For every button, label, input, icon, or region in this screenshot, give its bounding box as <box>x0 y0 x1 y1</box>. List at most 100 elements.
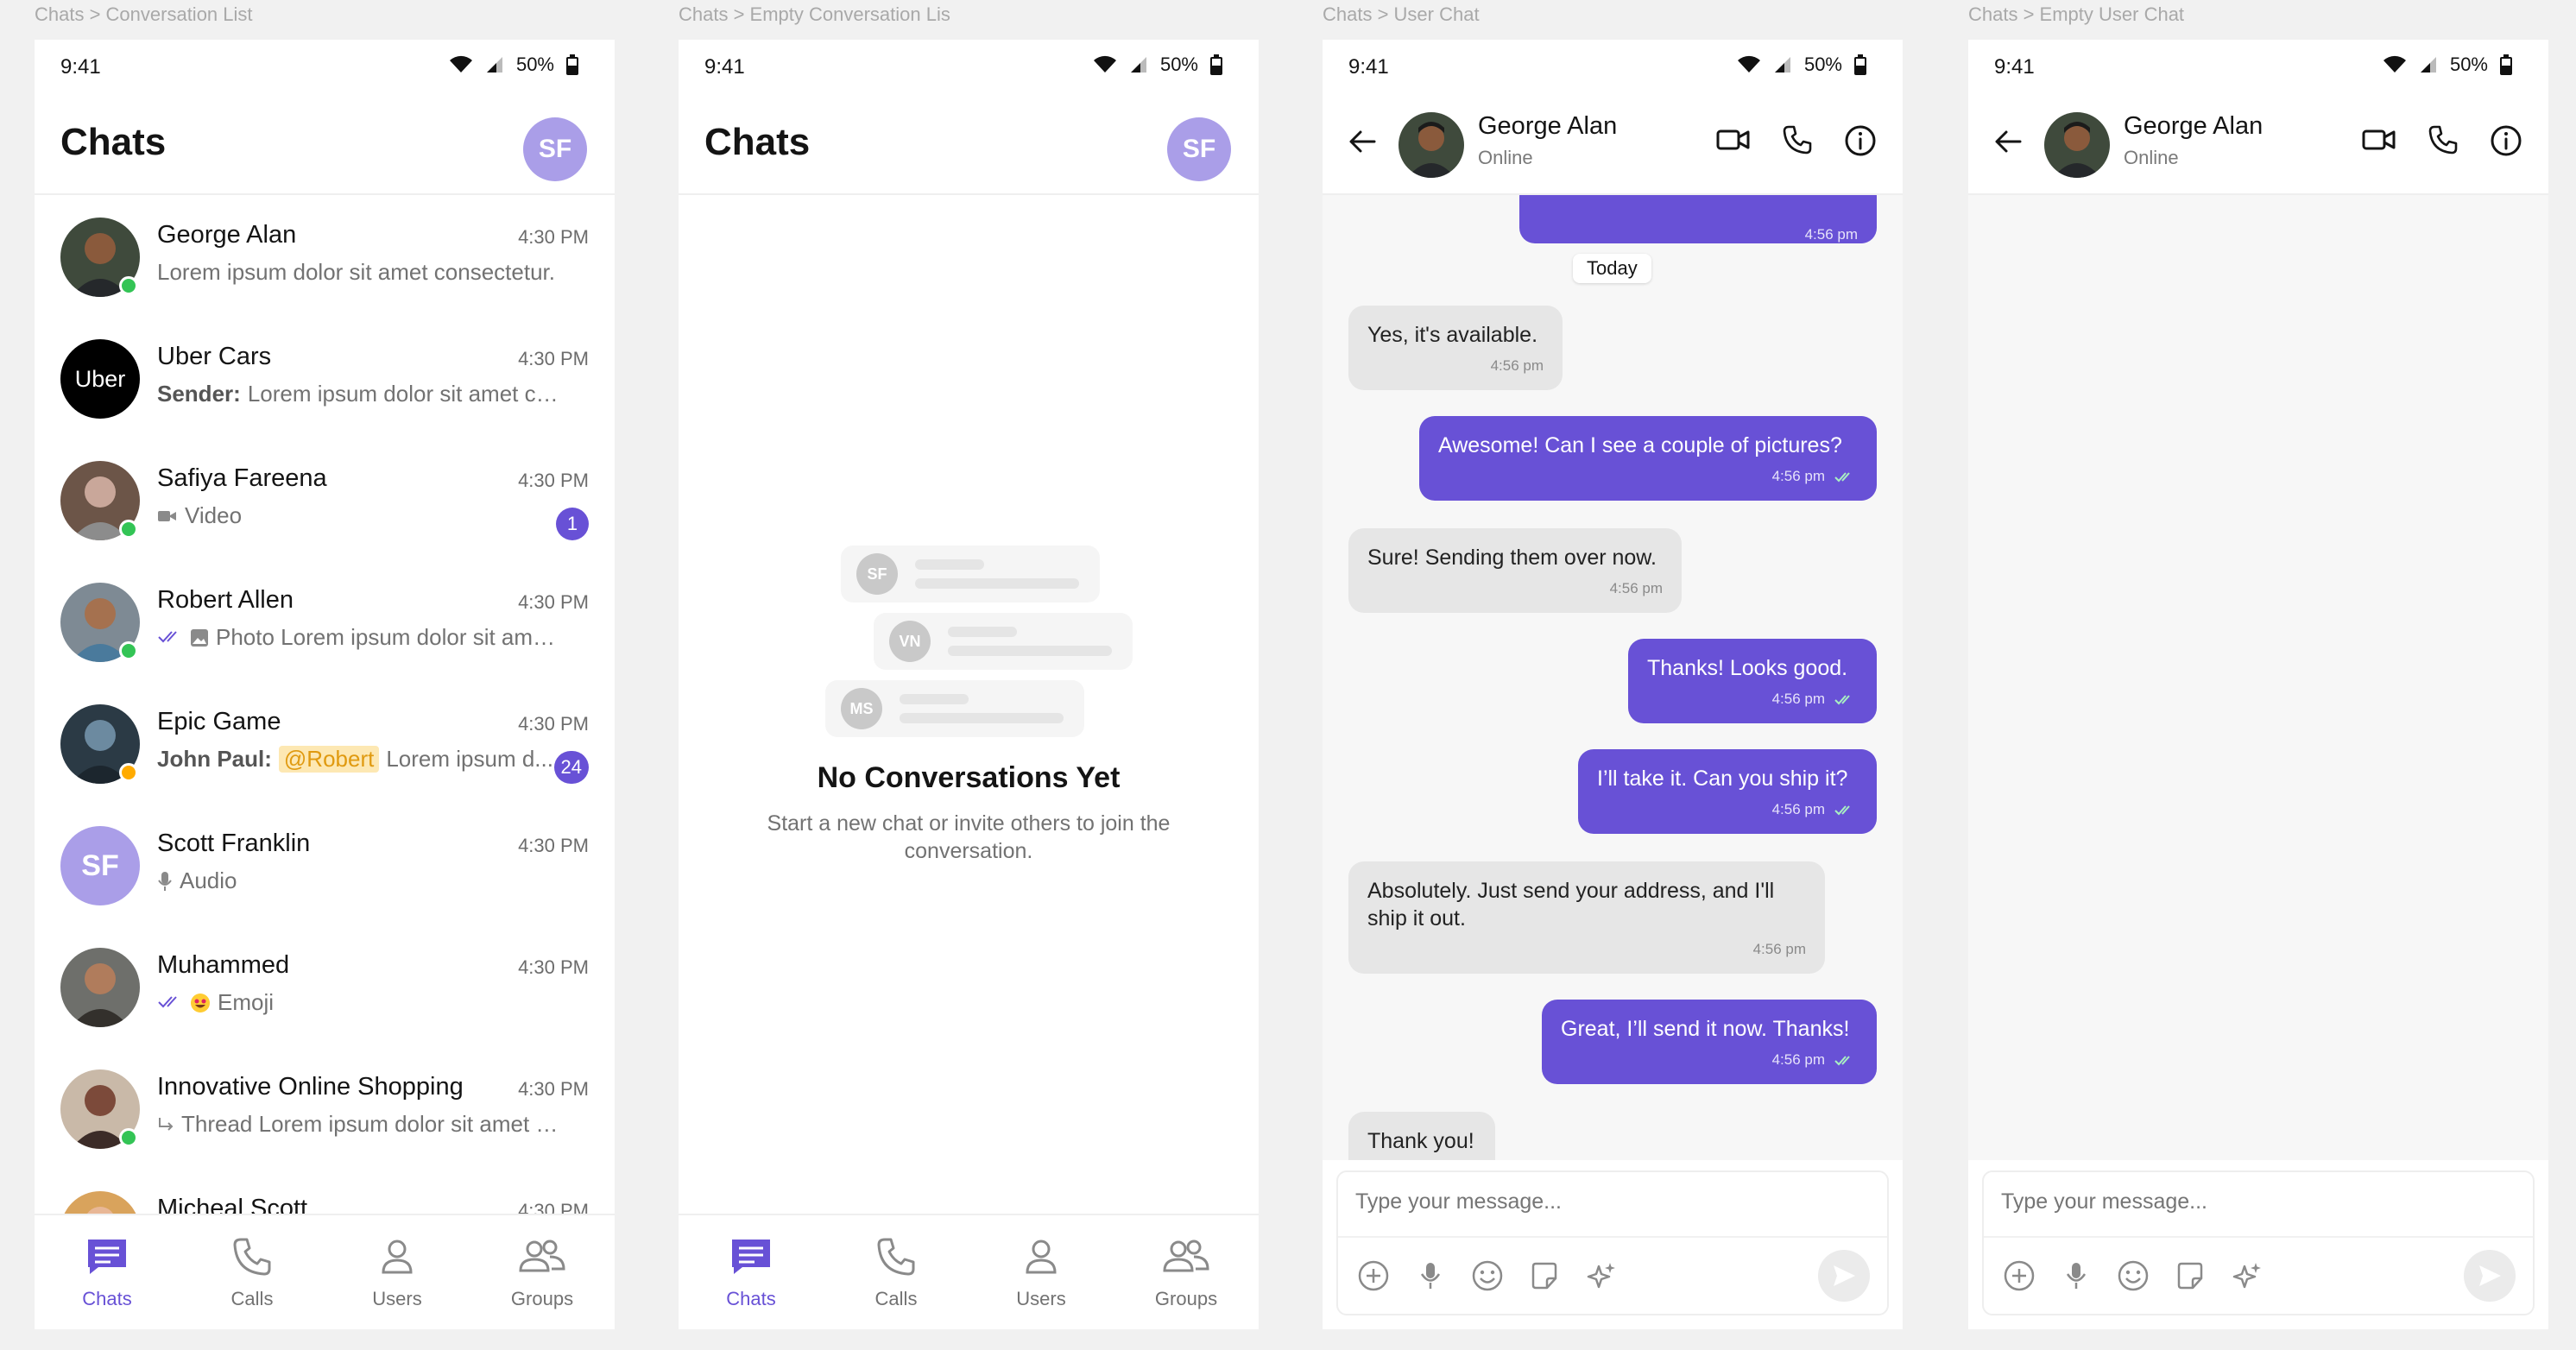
message-time: 4:56 pm <box>1490 357 1544 374</box>
chat-icon <box>85 1236 129 1283</box>
sender-name: Sender: <box>157 381 241 407</box>
conversation-item[interactable]: Muhammed 4:30 PM Emoji <box>35 930 615 1046</box>
message-time: 4:56 pm <box>1367 1158 1476 1160</box>
nav-item-chats[interactable]: Chats <box>679 1215 824 1329</box>
message-bubble-in[interactable]: Absolutely. Just send your address, and … <box>1348 861 1825 974</box>
video-call-icon[interactable] <box>1716 124 1751 161</box>
conversation-item[interactable]: Robert Allen 4:30 PM Photo Lorem ipsum dol… <box>35 565 615 681</box>
conversation-item[interactable]: Innovative Online Shopping 4:30 PM Thread … <box>35 1052 615 1168</box>
nav-item-users[interactable]: Users <box>325 1215 470 1329</box>
message-text: I’ll take it. Can you ship it? <box>1597 766 1848 791</box>
sticker-icon[interactable] <box>2174 1259 2207 1296</box>
message-bubble-out[interactable]: Great, I’ll send it now. Thanks! 4:56 pm <box>1542 1000 1877 1084</box>
back-arrow-icon[interactable] <box>1994 129 2022 158</box>
emoji-icon[interactable] <box>1471 1259 1504 1296</box>
chat-icon <box>729 1236 773 1283</box>
conversation-item[interactable]: Safiya Fareena 4:30 PM Video 1 <box>35 444 615 559</box>
nav-item-groups[interactable]: Groups <box>1114 1215 1259 1329</box>
divider <box>1984 1236 2533 1238</box>
nav-item-calls[interactable]: Calls <box>180 1215 325 1329</box>
conversation-preview: Video <box>157 502 563 529</box>
presence-indicator <box>119 763 138 782</box>
emoji-icon <box>190 993 211 1013</box>
profile-avatar[interactable]: SF <box>1167 117 1231 181</box>
uber-logo: Uber <box>60 339 140 419</box>
conversation-time: 4:30 PM <box>518 713 589 735</box>
message-time: 4:56 pm <box>1647 685 1858 713</box>
avatar <box>60 948 140 1027</box>
add-icon[interactable] <box>2003 1259 2036 1296</box>
back-arrow-icon[interactable] <box>1348 129 1376 158</box>
signal-icon <box>1773 55 1792 74</box>
status-time: 9:41 <box>1348 55 1389 79</box>
presence-indicator <box>119 641 138 660</box>
phone-icon[interactable] <box>2428 124 2459 161</box>
message-text: Yes, it's available. <box>1367 323 1538 347</box>
nav-item-chats[interactable]: Chats <box>35 1215 180 1329</box>
nav-label: Chats <box>726 1288 776 1309</box>
mic-icon[interactable] <box>1414 1259 1447 1296</box>
conversation-preview: John Paul: @Robert Lorem ipsum d... <box>157 746 563 773</box>
ai-sparkle-icon[interactable] <box>1585 1259 1618 1296</box>
message-bubble-out[interactable]: I’ll take it. Can you ship it? 4:56 pm <box>1578 749 1877 834</box>
skeleton-avatar: SF <box>856 553 898 595</box>
message-bubble-out[interactable]: Thanks! Looks good. 4:56 pm <box>1628 639 1877 723</box>
preview-text: Emoji <box>218 989 275 1015</box>
add-icon[interactable] <box>1357 1259 1390 1296</box>
message-bubble-out[interactable]: 4:56 pm <box>1519 195 1877 243</box>
info-icon[interactable] <box>1844 124 1877 161</box>
phone-icon[interactable] <box>1782 124 1813 161</box>
conversation-time: 4:30 PM <box>518 835 589 856</box>
nav-item-groups[interactable]: Groups <box>470 1215 615 1329</box>
message-list: 4:56 pm Today Yes, it's available. 4:56 p… <box>1323 195 1903 1160</box>
conversation-name: Safiya Fareena <box>157 464 327 492</box>
conversation-name: Uber Cars <box>157 343 272 370</box>
frame-label: Chats > User Chat <box>1323 3 1480 25</box>
avatar[interactable] <box>1398 112 1464 178</box>
conversation-item[interactable]: Epic Game 4:30 PM John Paul: @Robert Lorem i… <box>35 687 615 803</box>
status-bar: 9:41 50% <box>1968 40 2548 91</box>
avatar[interactable] <box>2044 112 2110 178</box>
contact-name: George Alan <box>2124 112 2263 140</box>
sticker-icon[interactable] <box>1528 1259 1561 1296</box>
video-call-icon[interactable] <box>2362 124 2396 161</box>
conversation-item[interactable]: SF Scott Franklin 4:30 PM Audio <box>35 809 615 924</box>
user-icon <box>376 1236 418 1283</box>
message-bubble-in[interactable]: Sure! Sending them over now. 4:56 pm <box>1348 528 1682 613</box>
message-input[interactable] <box>1355 1189 1870 1214</box>
send-icon <box>1834 1265 1855 1286</box>
message-text: Awesome! Can I see a couple of pictures? <box>1438 433 1842 457</box>
conversation-preview: Lorem ipsum dolor sit amet consectetur. <box>157 259 563 286</box>
conversation-time: 4:30 PM <box>518 348 589 369</box>
phone-icon <box>875 1236 917 1283</box>
message-input[interactable] <box>2001 1189 2516 1214</box>
conversation-item[interactable]: George Alan 4:30 PM Lorem ipsum dolor sit … <box>35 200 615 316</box>
wifi-icon <box>1737 55 1761 74</box>
nav-label: Groups <box>510 1288 574 1309</box>
message-bubble-in[interactable]: Thank you! 4:56 pm <box>1348 1112 1495 1160</box>
wifi-icon <box>2383 55 2407 74</box>
unread-badge: 24 <box>553 751 589 784</box>
conversation-list-screen: 9:41 50% Chats SF George Alan 4:30 PM Lore… <box>35 40 615 1329</box>
battery-percent: 50% <box>2449 54 2488 75</box>
empty-subtitle: Start a new chat or invite others to joi… <box>767 811 1171 863</box>
message-bubble-out[interactable]: Awesome! Can I see a couple of pictures?… <box>1419 416 1877 501</box>
message-bubble-in[interactable]: Yes, it's available. 4:56 pm <box>1348 306 1563 390</box>
avatar: SF <box>60 826 140 905</box>
mic-icon[interactable] <box>2060 1259 2093 1296</box>
emoji-icon[interactable] <box>2117 1259 2150 1296</box>
send-button[interactable] <box>1818 1250 1870 1302</box>
info-icon[interactable] <box>2490 124 2522 161</box>
ai-sparkle-icon[interactable] <box>2231 1259 2263 1296</box>
send-button[interactable] <box>2464 1250 2516 1302</box>
divider <box>1338 1236 1887 1238</box>
send-icon <box>2479 1265 2501 1286</box>
conversation-item[interactable]: Uber Uber Cars 4:30 PM Sender: Lorem ipsum d… <box>35 322 615 438</box>
battery-percent: 50% <box>1159 54 1198 75</box>
nav-item-calls[interactable]: Calls <box>824 1215 969 1329</box>
list-header: Chats SF <box>679 91 1259 195</box>
conversation-preview: Thread Lorem ipsum dolor sit amet co... <box>157 1111 563 1138</box>
read-receipt-icon <box>1825 468 1858 484</box>
nav-item-users[interactable]: Users <box>969 1215 1114 1329</box>
profile-avatar[interactable]: SF <box>523 117 587 181</box>
